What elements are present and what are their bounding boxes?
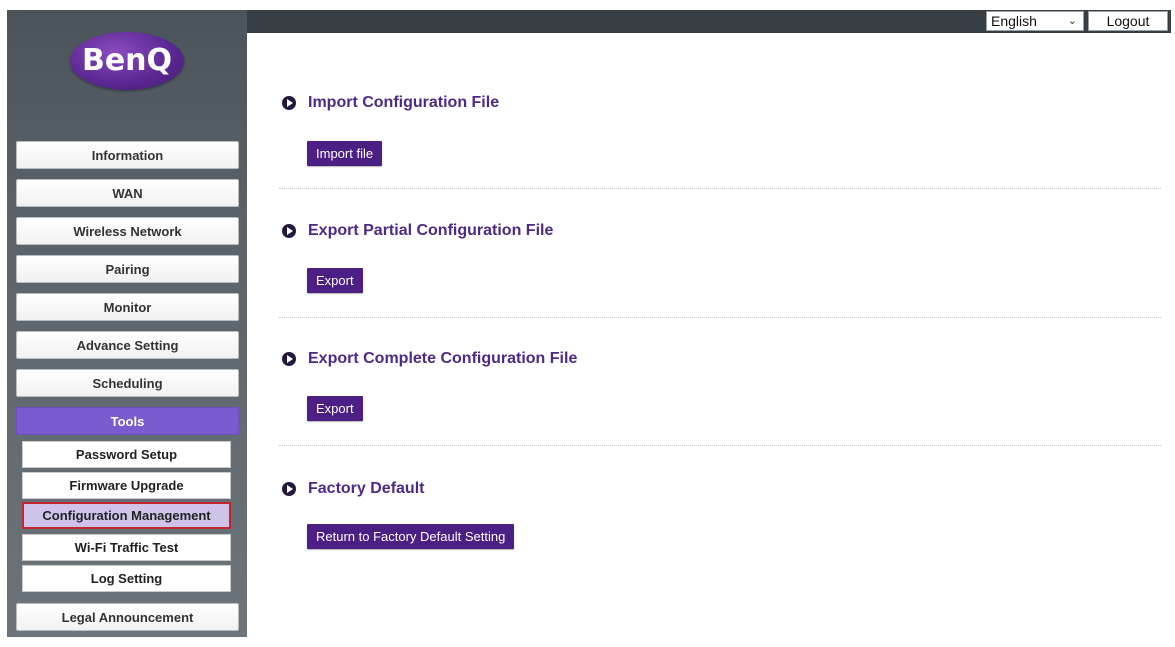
sidebar-item-legal-announcement[interactable]: Legal Announcement [16, 603, 239, 631]
section-divider [279, 445, 1161, 446]
sidebar-item-wireless-network[interactable]: Wireless Network [16, 217, 239, 245]
section-title-import: Import Configuration File [308, 94, 500, 111]
section-divider [279, 188, 1161, 189]
sidebar-item-information[interactable]: Information [16, 141, 239, 169]
section-divider [279, 317, 1161, 318]
logout-button[interactable]: Logout [1088, 11, 1168, 31]
sidebar-item-scheduling[interactable]: Scheduling [16, 369, 239, 397]
section-title-export-complete: Export Complete Configuration File [308, 350, 578, 367]
sidebar-item-monitor[interactable]: Monitor [16, 293, 239, 321]
play-circle-icon [282, 96, 296, 110]
section-title-export-partial: Export Partial Configuration File [308, 222, 554, 239]
language-select[interactable]: English ⌄ [986, 11, 1084, 31]
submenu-item-wifi-traffic-test[interactable]: Wi-Fi Traffic Test [22, 534, 231, 561]
import-file-button[interactable]: Import file [307, 141, 383, 166]
factory-default-button[interactable]: Return to Factory Default Setting [307, 524, 515, 549]
sidebar-item-wan[interactable]: WAN [16, 179, 239, 207]
sidebar-item-pairing[interactable]: Pairing [16, 255, 239, 283]
submenu-item-configuration-management[interactable]: Configuration Management [22, 502, 231, 529]
language-select-value: English [991, 13, 1037, 29]
export-partial-button[interactable]: Export [307, 268, 363, 293]
sidebar-item-tools[interactable]: Tools [16, 407, 239, 435]
benq-logo: BenQ [70, 32, 184, 90]
section-title-factory-default: Factory Default [308, 480, 425, 497]
sidebar: BenQ Information WAN Wireless Network Pa… [7, 10, 247, 637]
play-circle-icon [282, 352, 296, 366]
play-circle-icon [282, 482, 296, 496]
chevron-down-icon: ⌄ [1067, 15, 1077, 27]
submenu-item-firmware-upgrade[interactable]: Firmware Upgrade [22, 472, 231, 499]
sidebar-item-advance-setting[interactable]: Advance Setting [16, 331, 239, 359]
submenu-item-password-setup[interactable]: Password Setup [22, 441, 231, 468]
submenu-item-log-setting[interactable]: Log Setting [22, 565, 231, 592]
play-circle-icon [282, 224, 296, 238]
export-complete-button[interactable]: Export [307, 396, 363, 421]
